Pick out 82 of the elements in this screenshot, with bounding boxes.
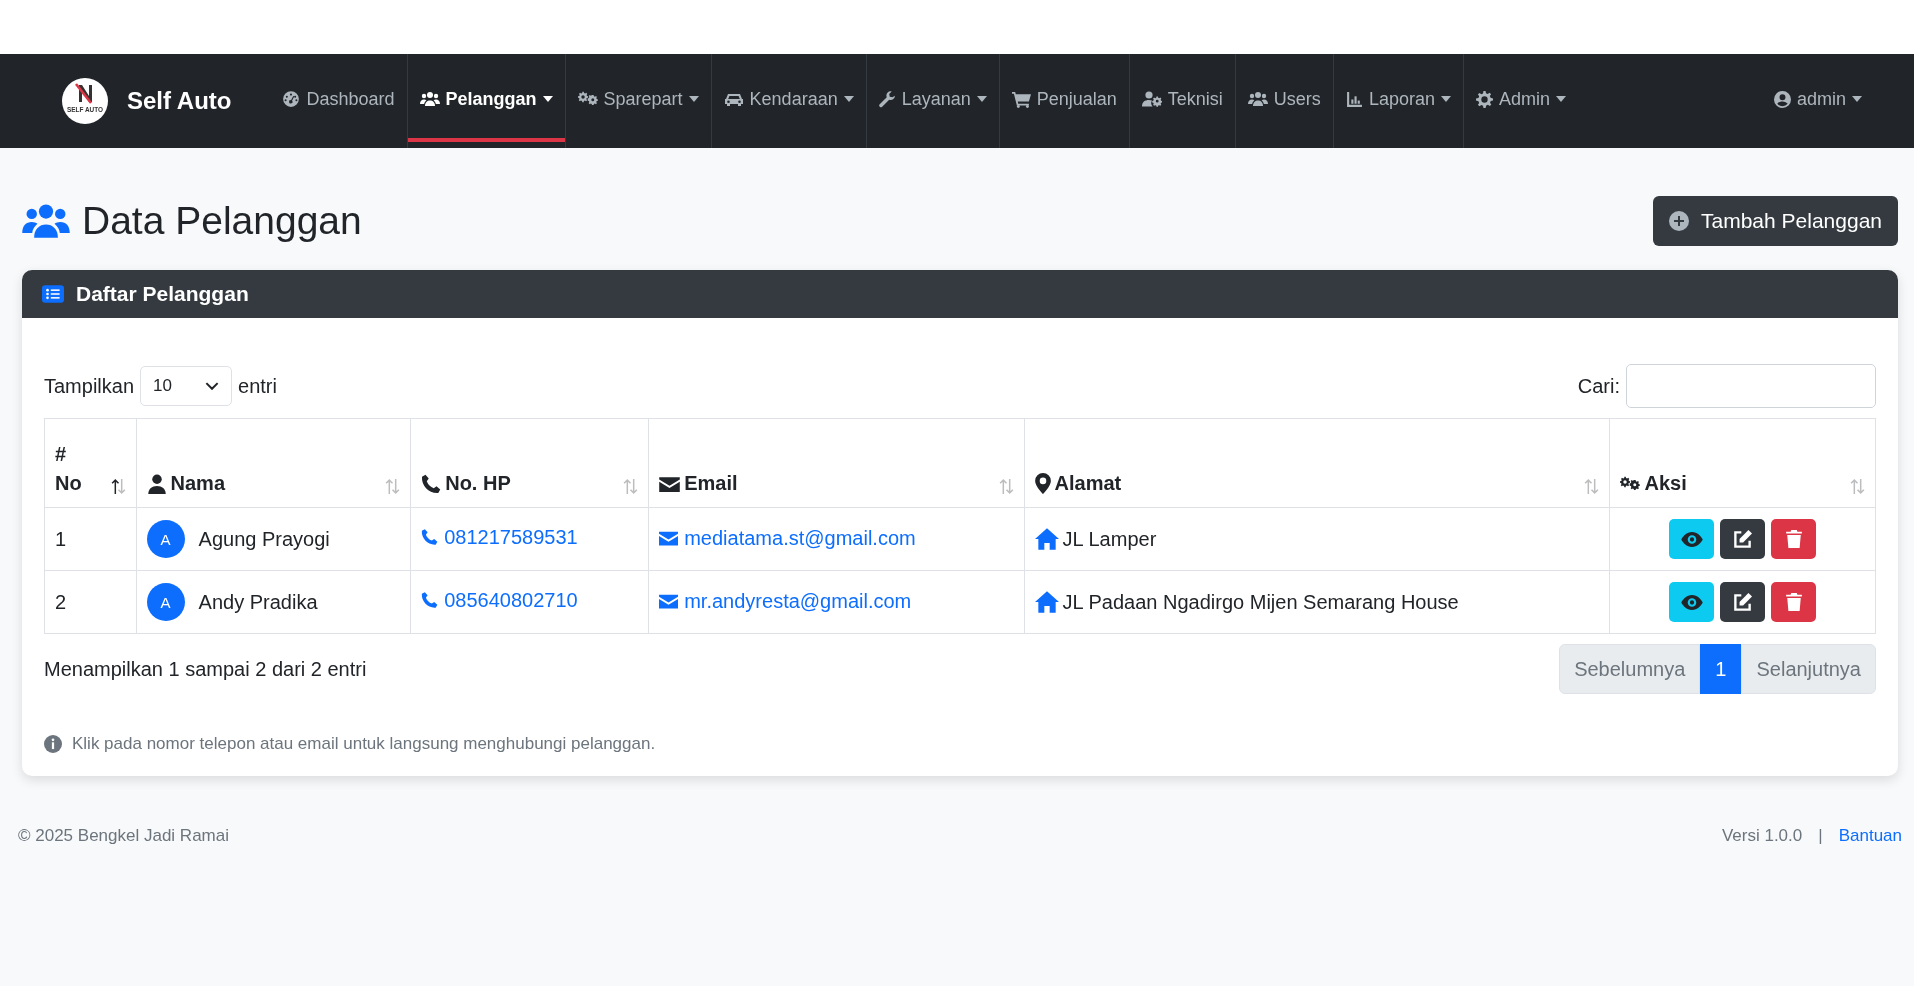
envelope-icon xyxy=(659,593,679,610)
entries-label: Tampilkan xyxy=(44,374,135,398)
column-header[interactable]: Alamat xyxy=(1054,472,1122,495)
table-summary: Menampilkan 1 sampai 2 dari 2 entri xyxy=(44,657,367,681)
chevron-down-icon xyxy=(205,381,220,391)
trash-icon xyxy=(1785,593,1802,611)
add-customer-button[interactable]: Tambah Pelanggan xyxy=(1653,196,1898,246)
info-icon xyxy=(44,735,62,753)
user-gear-icon xyxy=(1141,91,1162,107)
row-number: 1 xyxy=(55,527,67,550)
entries-label: entri xyxy=(238,374,277,398)
copyright-text: © 2025 Bengkel Jadi Ramai xyxy=(18,826,229,846)
next-page-button[interactable]: Selanjutnya xyxy=(1741,644,1876,694)
trash-icon xyxy=(1785,530,1802,548)
nav-link[interactable]: Admin xyxy=(1463,60,1578,142)
house-icon xyxy=(1034,528,1059,550)
user-menu[interactable]: admin xyxy=(1761,88,1874,114)
column-symbol: # xyxy=(55,443,68,466)
nav-link[interactable]: Penjualan xyxy=(999,60,1129,142)
avatar: A xyxy=(146,520,185,558)
page-title: Data Pelanggan xyxy=(82,199,362,243)
eye-icon xyxy=(1680,531,1703,547)
address-text: JL Lamper xyxy=(1062,527,1157,551)
nav-link[interactable]: Laporan xyxy=(1333,60,1463,142)
eye-icon xyxy=(1680,594,1703,610)
edit-button[interactable] xyxy=(1720,582,1766,622)
edit-icon xyxy=(1733,529,1753,549)
envelope-icon xyxy=(659,475,681,492)
delete-button[interactable] xyxy=(1771,582,1817,622)
info-text: Klik pada nomor telepon atau email untuk langsung menghubungi pelanggan. xyxy=(72,734,656,754)
previous-page-button[interactable]: Sebelumnya xyxy=(1559,644,1701,694)
house-icon xyxy=(1034,591,1059,613)
entries-select[interactable]: 10 xyxy=(140,366,233,406)
avatar: A xyxy=(146,583,185,621)
gauge-icon xyxy=(282,90,301,108)
nav-link[interactable]: Sparepart xyxy=(565,60,711,142)
column-header[interactable]: No. HP xyxy=(445,472,511,495)
view-button[interactable] xyxy=(1669,519,1715,559)
nav-link[interactable]: Layanan xyxy=(866,60,999,142)
edit-button[interactable] xyxy=(1720,519,1766,559)
column-header[interactable]: Nama xyxy=(170,472,226,495)
customer-name: Agung Prayogi xyxy=(198,527,330,551)
envelope-icon xyxy=(659,530,679,547)
gears-icon xyxy=(577,91,598,107)
card-title: Daftar Pelanggan xyxy=(76,282,249,306)
edit-icon xyxy=(1733,592,1753,612)
map-pin-icon xyxy=(1034,473,1051,494)
cart-icon xyxy=(1011,90,1031,108)
nav-link[interactable]: Users xyxy=(1235,60,1333,142)
help-link[interactable]: Bantuan xyxy=(1838,826,1902,846)
column-header[interactable]: Aksi xyxy=(1644,472,1687,495)
users-icon xyxy=(1247,91,1268,107)
users-icon xyxy=(22,202,70,240)
column-header[interactable]: No xyxy=(55,472,82,495)
brand-name[interactable]: Self Auto xyxy=(127,87,232,115)
gear-icon xyxy=(1475,90,1493,108)
nav-link[interactable]: Teknisi xyxy=(1129,60,1235,142)
chart-icon xyxy=(1345,90,1363,108)
search-field[interactable] xyxy=(1626,364,1876,408)
car-icon xyxy=(723,91,744,107)
nav-link[interactable]: Pelanggan xyxy=(407,60,565,142)
version-text: Versi 1.0.0 xyxy=(1721,826,1803,846)
phone-icon xyxy=(421,473,442,494)
row-number: 2 xyxy=(55,590,67,613)
view-button[interactable] xyxy=(1669,582,1715,622)
separator-text: | xyxy=(1818,826,1823,846)
customer-name: Andy Pradika xyxy=(198,590,318,614)
phone-icon xyxy=(421,527,439,548)
plus-circle-icon xyxy=(1669,211,1689,231)
nav-link[interactable]: Dashboard xyxy=(270,60,407,142)
gears-icon xyxy=(1620,475,1641,492)
list-icon xyxy=(42,285,64,303)
delete-button[interactable] xyxy=(1771,519,1817,559)
nav-link[interactable]: Kendaraan xyxy=(711,60,866,142)
page-button[interactable]: 1 xyxy=(1700,644,1742,694)
search-label: Cari: xyxy=(1577,374,1620,398)
address-text: JL Padaan Ngadirgo Mijen Semarang House xyxy=(1062,590,1459,614)
column-header[interactable]: Email xyxy=(684,472,738,495)
user-icon xyxy=(146,473,167,494)
phone-icon xyxy=(421,590,439,611)
wrench-icon xyxy=(878,90,896,108)
users-icon xyxy=(419,91,440,107)
